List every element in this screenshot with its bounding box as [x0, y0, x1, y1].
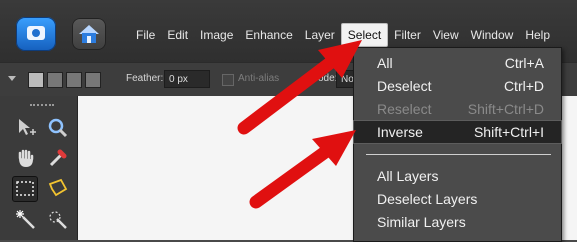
menu-item-all[interactable]: All Ctrl+A — [354, 52, 561, 74]
menu-view[interactable]: View — [427, 24, 465, 46]
antialias-label: Anti-alias — [238, 73, 280, 84]
editor-window: File Edit Image Enhance Layer Select Fil… — [0, 0, 577, 242]
select-menu-dropdown: All Ctrl+A Deselect Ctrl+D Reselect Shif… — [353, 47, 562, 242]
antialias-checkbox[interactable] — [222, 74, 234, 86]
magic-wand-icon — [16, 210, 35, 229]
selection-mode-buttons — [28, 72, 101, 88]
intersect-selection-icon[interactable] — [85, 72, 101, 88]
menu-file[interactable]: File — [130, 24, 161, 46]
house-icon — [79, 25, 99, 43]
menu-item-shortcut: Shift+Ctrl+I — [473, 124, 544, 140]
magic-wand-tool-icon[interactable] — [14, 208, 38, 232]
menu-item-shortcut: Ctrl+A — [504, 55, 544, 71]
lasso-tool-icon[interactable] — [46, 176, 70, 200]
move-arrow-icon — [19, 119, 36, 135]
menu-select[interactable]: Select — [340, 23, 389, 47]
menu-bar: File Edit Image Enhance Layer Select Fil… — [130, 23, 556, 47]
tool-preset-chevron-icon[interactable] — [8, 76, 16, 81]
new-selection-icon[interactable] — [28, 72, 44, 88]
hand-tool-icon[interactable] — [14, 146, 38, 170]
panel-grip[interactable] — [30, 104, 54, 108]
rectangular-marquee-icon — [16, 181, 34, 196]
menu-item-all-layers[interactable]: All Layers — [354, 165, 561, 187]
menu-enhance[interactable]: Enhance — [239, 24, 298, 46]
menu-item-label: Similar Layers — [377, 214, 466, 230]
menu-item-label: All Layers — [377, 168, 439, 184]
menu-item-shortcut: Ctrl+D — [503, 78, 544, 94]
subtract-selection-icon[interactable] — [66, 72, 82, 88]
menu-item-deselect-layers[interactable]: Deselect Layers — [354, 188, 561, 210]
feather-input[interactable]: 0 px — [164, 70, 210, 88]
camera-lens-icon — [27, 26, 45, 40]
polygonal-lasso-icon — [48, 178, 68, 197]
mode-label: ode: — [318, 73, 338, 84]
eyedropper-icon — [49, 149, 67, 167]
tools-panel — [0, 96, 78, 240]
menu-item-deselect[interactable]: Deselect Ctrl+D — [354, 75, 561, 97]
menu-item-similar-layers[interactable]: Similar Layers — [354, 211, 561, 233]
menu-item-label: Deselect — [377, 78, 432, 94]
menu-item-label: Deselect Layers — [377, 191, 478, 207]
app-camera-icon[interactable] — [16, 17, 56, 51]
menu-edit[interactable]: Edit — [161, 24, 194, 46]
menu-layer[interactable]: Layer — [299, 24, 341, 46]
hand-icon — [18, 149, 34, 167]
quick-selection-icon — [49, 211, 67, 229]
menu-window[interactable]: Window — [465, 24, 520, 46]
quick-selection-tool-icon[interactable] — [46, 208, 70, 232]
add-selection-icon[interactable] — [47, 72, 63, 88]
menu-item-shortcut: Shift+Ctrl+D — [467, 101, 544, 117]
menu-filter[interactable]: Filter — [388, 24, 427, 46]
menu-separator — [366, 154, 551, 155]
eyedropper-tool-icon[interactable] — [46, 146, 70, 170]
menu-help[interactable]: Help — [519, 24, 556, 46]
menu-item-label: All — [377, 55, 393, 71]
menu-item-label: Reselect — [377, 101, 432, 117]
home-icon[interactable] — [72, 18, 106, 50]
feather-label: Feather: — [126, 73, 164, 84]
marquee-tool-icon[interactable] — [12, 176, 38, 202]
move-tool-icon[interactable] — [14, 116, 38, 140]
zoom-tool-icon[interactable] — [46, 116, 70, 140]
magnifier-icon — [48, 118, 68, 138]
menu-item-reselect: Reselect Shift+Ctrl+D — [354, 98, 561, 120]
menu-item-label: Inverse — [377, 124, 423, 140]
menu-item-inverse[interactable]: Inverse Shift+Ctrl+I — [353, 120, 562, 144]
menu-image[interactable]: Image — [194, 24, 239, 46]
